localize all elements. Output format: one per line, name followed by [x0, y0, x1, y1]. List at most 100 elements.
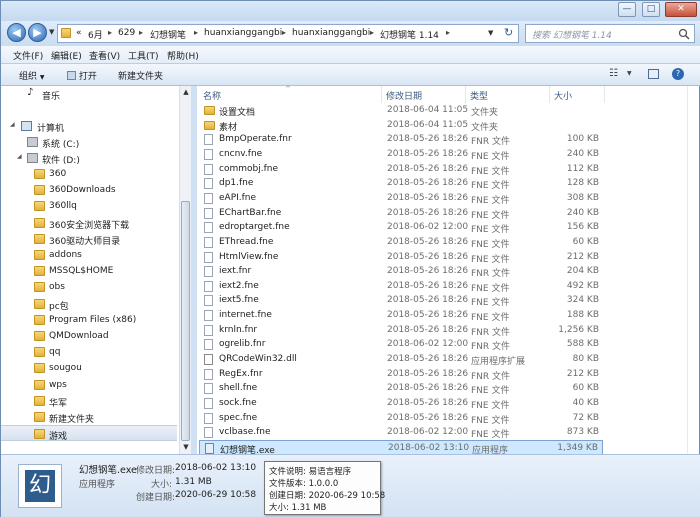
nav-folder-item[interactable]: 华军 — [1, 393, 177, 409]
nav-folder-item[interactable]: 360安全浏览器下载 — [1, 215, 177, 231]
nav-folder-item[interactable]: 360驱动大师目录 — [1, 231, 177, 247]
nav-item-drive-d[interactable]: ◢ 软件 (D:) — [1, 150, 177, 166]
column-header-modified[interactable]: 修改日期 — [382, 86, 466, 103]
file-row[interactable]: 幻想钢笔.exe 2018-06-02 13:10 应用程序 1,349 KB — [199, 439, 603, 456]
view-options-icon[interactable]: ☷ — [609, 68, 618, 79]
view-dropdown-icon[interactable]: ▼ — [627, 70, 632, 77]
help-icon[interactable]: ? — [672, 68, 684, 80]
breadcrumb-separator-icon[interactable]: ▸ — [282, 28, 286, 37]
breadcrumb-separator-icon[interactable]: ▸ — [446, 28, 450, 37]
file-row[interactable]: sock.fne 2018-05-26 18:26 FNE 文件 40 KB — [199, 396, 603, 411]
nav-folder-item[interactable]: 360Downloads — [1, 182, 177, 198]
breadcrumb-item[interactable]: 629 — [118, 28, 135, 38]
address-dropdown-icon[interactable]: ▼ — [488, 29, 493, 37]
breadcrumb-item[interactable]: 幻想钢笔 1.14 — [380, 28, 439, 41]
scroll-down-icon[interactable]: ▼ — [180, 443, 192, 451]
forward-button[interactable]: ▶ — [28, 23, 47, 42]
breadcrumb-separator-icon[interactable]: ▸ — [370, 28, 374, 37]
file-row[interactable]: vclbase.fne 2018-06-02 12:00 FNE 文件 873 KB — [199, 425, 603, 440]
back-button[interactable]: ◀ — [7, 23, 26, 42]
organize-button[interactable]: 组织 ▼ — [19, 69, 45, 82]
address-bar[interactable]: « 6月 ▸ 629 ▸ 幻想钢笔 ▸ huanxianggangbi ▸ hu… — [57, 24, 519, 43]
file-size: 156 KB — [566, 222, 599, 233]
nav-folder-item[interactable]: pc包 — [1, 296, 177, 312]
breadcrumb-separator-icon[interactable]: ▸ — [108, 28, 112, 37]
expand-arrow-icon[interactable]: ◢ — [10, 121, 15, 128]
file-row[interactable]: RegEx.fnr 2018-05-26 18:26 FNR 文件 212 KB — [199, 367, 603, 382]
nav-folder-item[interactable]: 游戏 — [1, 425, 177, 442]
file-row[interactable]: ogrelib.fnr 2018-06-02 12:00 FNR 文件 588 KB — [199, 337, 603, 352]
scroll-up-icon[interactable]: ▲ — [180, 88, 192, 96]
file-row[interactable]: iext5.fne 2018-05-26 18:26 FNE 文件 324 KB — [199, 293, 603, 308]
breadcrumb-separator-icon[interactable]: ▸ — [194, 28, 198, 37]
file-row[interactable]: QRCodeWin32.dll 2018-05-26 18:26 应用程序扩展 80 … — [199, 352, 603, 367]
file-row[interactable]: BmpOperate.fnr 2018-05-26 18:26 FNR 文件 100 … — [199, 132, 603, 147]
nav-folder-item[interactable]: addons — [1, 247, 177, 263]
nav-item-drive-c[interactable]: 系统 (C:) — [1, 134, 177, 150]
column-header-name[interactable]: 名称 ^ — [197, 85, 382, 103]
file-row[interactable]: edroptarget.fne 2018-06-02 12:00 FNE 文件 156… — [199, 220, 603, 235]
file-row[interactable]: EChartBar.fne 2018-05-26 18:26 FNE 文件 240 K… — [199, 206, 603, 221]
file-name: QRCodeWin32.dll — [219, 354, 297, 365]
column-header-size[interactable]: 大小 — [550, 86, 605, 103]
folder-icon — [34, 314, 45, 325]
menu-file[interactable]: 文件(F) — [13, 49, 43, 62]
nav-folder-item[interactable]: 新建文件夹 — [1, 409, 177, 425]
breadcrumb-overflow[interactable]: « — [76, 28, 82, 38]
file-list-scrollbar[interactable] — [687, 86, 699, 454]
nav-folder-item[interactable]: QMDownload — [1, 328, 177, 344]
nav-folder-item[interactable]: Program Files (x86) — [1, 312, 177, 328]
nav-item-music[interactable]: ♪ 音乐 — [1, 86, 177, 102]
breadcrumb-separator-icon[interactable]: ▸ — [139, 28, 143, 37]
new-folder-button[interactable]: 新建文件夹 — [118, 69, 163, 82]
file-row[interactable]: krnln.fnr 2018-05-26 18:26 FNR 文件 1,256 KB — [199, 323, 603, 338]
nav-folder-item[interactable]: qq — [1, 344, 177, 360]
file-row[interactable]: spec.fne 2018-05-26 18:26 FNE 文件 72 KB — [199, 411, 603, 426]
file-name: krnln.fnr — [219, 324, 258, 335]
file-size: 1,349 KB — [557, 442, 598, 453]
nav-scrollbar[interactable]: ▲ ▼ — [179, 86, 191, 454]
expand-arrow-icon[interactable]: ◢ — [17, 153, 22, 160]
breadcrumb-item[interactable]: huanxianggangbi — [292, 28, 370, 38]
file-row[interactable]: iext.fnr 2018-05-26 18:26 FNR 文件 204 KB — [199, 264, 603, 279]
file-row[interactable]: iext2.fne 2018-05-26 18:26 FNE 文件 492 KB — [199, 279, 603, 294]
open-button[interactable]: 打开 — [67, 69, 97, 82]
file-row[interactable]: eAPI.fne 2018-05-26 18:26 FNE 文件 308 KB — [199, 191, 603, 206]
file-row[interactable]: 设置文档 2018-06-04 11:05 文件夹 — [199, 103, 603, 118]
file-row[interactable]: EThread.fne 2018-05-26 18:26 FNE 文件 60 KB — [199, 235, 603, 250]
menu-tools[interactable]: 工具(T) — [128, 49, 159, 62]
file-row[interactable]: shell.fne 2018-05-26 18:26 FNE 文件 60 KB — [199, 381, 603, 396]
nav-item-computer[interactable]: ◢ 计算机 — [1, 118, 177, 134]
folder-icon — [34, 250, 45, 260]
menu-view[interactable]: 查看(V) — [89, 49, 120, 62]
file-row[interactable]: commobj.fne 2018-05-26 18:26 FNE 文件 112 KB — [199, 162, 603, 177]
refresh-icon[interactable]: ↻ — [504, 26, 513, 39]
nav-scrollbar-thumb[interactable] — [181, 201, 190, 441]
preview-pane-icon[interactable] — [648, 69, 659, 79]
menu-help[interactable]: 帮助(H) — [167, 49, 199, 62]
file-row[interactable]: 素材 2018-06-04 11:05 文件夹 — [199, 118, 603, 133]
file-row[interactable]: internet.fne 2018-05-26 18:26 FNE 文件 188 KB — [199, 308, 603, 323]
file-date: 2018-06-02 12:00 — [387, 339, 469, 350]
nav-folder-item[interactable]: sougou — [1, 360, 177, 376]
file-row[interactable]: HtmlView.fne 2018-05-26 18:26 FNE 文件 212 KB — [199, 250, 603, 265]
nav-folder-item[interactable]: obs — [1, 279, 177, 295]
close-button[interactable]: ✕ — [665, 2, 697, 17]
nav-folder-item[interactable]: 360 — [1, 166, 177, 182]
doc-icon — [204, 368, 213, 380]
menu-edit[interactable]: 编辑(E) — [51, 49, 82, 62]
search-input[interactable]: 搜索 幻想钢笔 1.14 — [525, 24, 695, 43]
nav-folder-item[interactable]: 360llq — [1, 198, 177, 214]
file-row[interactable]: dp1.fne 2018-05-26 18:26 FNE 文件 128 KB — [199, 176, 603, 191]
breadcrumb-item[interactable]: 幻想钢笔 — [150, 28, 186, 41]
breadcrumb-item[interactable]: huanxianggangbi — [204, 28, 282, 38]
maximize-button[interactable]: □ — [642, 2, 660, 17]
breadcrumb-item[interactable]: 6月 — [88, 28, 103, 41]
nav-folder-item[interactable]: wps — [1, 377, 177, 393]
minimize-button[interactable]: — — [618, 2, 636, 17]
search-icon[interactable] — [678, 28, 690, 40]
column-header-type[interactable]: 类型 — [466, 86, 550, 103]
recent-pages-dropdown-icon[interactable]: ▼ — [49, 28, 54, 36]
nav-folder-item[interactable]: MSSQL$HOME — [1, 263, 177, 279]
file-row[interactable]: cncnv.fne 2018-05-26 18:26 FNE 文件 240 KB — [199, 147, 603, 162]
